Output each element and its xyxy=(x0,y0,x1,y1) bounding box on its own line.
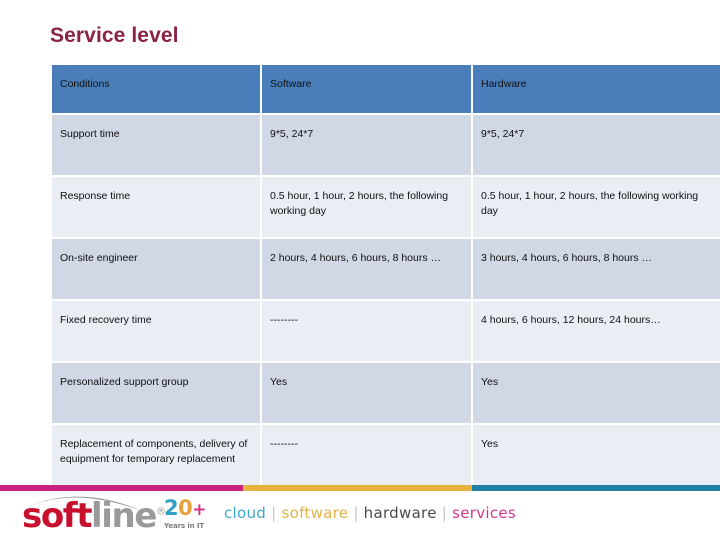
tagline-software: software xyxy=(281,504,349,522)
softline-wordmark-line: line xyxy=(91,496,157,536)
table-row: Support time 9*5, 24*7 9*5, 24*7 xyxy=(52,115,720,177)
column-header-software: Software xyxy=(262,65,473,115)
anniversary-plus-icon: + xyxy=(192,500,206,520)
cell-hardware: 4 hours, 6 hours, 12 hours, 24 hours… xyxy=(473,301,720,363)
cell-conditions: On-site engineer xyxy=(52,239,262,301)
table-header: Conditions Software Hardware xyxy=(52,65,720,115)
column-header-conditions: Conditions xyxy=(52,65,262,115)
cell-software: 2 hours, 4 hours, 6 hours, 8 hours … xyxy=(262,239,473,301)
tagline-hardware: hardware xyxy=(363,504,437,522)
footer: softline® 20+ Years in IT cloud | software… xyxy=(0,491,720,540)
tagline-separator: | xyxy=(441,504,448,522)
softline-logo: softline® xyxy=(22,496,166,536)
anniversary-number: 20+ xyxy=(164,498,216,519)
footer-tagline: cloud | software | hardware | services xyxy=(224,504,516,522)
table-row: On-site engineer 2 hours, 4 hours, 6 hou… xyxy=(52,239,720,301)
anniversary-badge: 20+ Years in IT xyxy=(164,498,216,534)
anniversary-digit-2: 2 xyxy=(164,496,179,520)
table-row: Response time 0.5 hour, 1 hour, 2 hours,… xyxy=(52,177,720,239)
tagline-separator: | xyxy=(353,504,359,522)
cell-software: Yes xyxy=(262,363,473,425)
table-header-row: Conditions Software Hardware xyxy=(52,65,720,115)
table-body: Support time 9*5, 24*7 9*5, 24*7 Respons… xyxy=(52,115,720,507)
cell-software: -------- xyxy=(262,301,473,363)
cell-hardware: 9*5, 24*7 xyxy=(473,115,720,177)
softline-wordmark: softline® xyxy=(22,496,166,536)
softline-wordmark-soft: soft xyxy=(22,496,92,536)
cell-software: 9*5, 24*7 xyxy=(262,115,473,177)
tagline-cloud: cloud xyxy=(224,504,267,522)
page-title: Service level xyxy=(50,24,179,47)
cell-software: 0.5 hour, 1 hour, 2 hours, the following… xyxy=(262,177,473,239)
anniversary-subtitle: Years in IT xyxy=(164,522,205,530)
tagline-separator: | xyxy=(271,504,277,522)
cell-hardware: 3 hours, 4 hours, 6 hours, 8 hours … xyxy=(473,239,720,301)
cell-conditions: Response time xyxy=(52,177,262,239)
cell-conditions: Personalized support group xyxy=(52,363,262,425)
table-row: Fixed recovery time -------- 4 hours, 6 … xyxy=(52,301,720,363)
table-row: Personalized support group Yes Yes xyxy=(52,363,720,425)
service-level-table: Conditions Software Hardware Support tim… xyxy=(52,65,720,507)
column-header-hardware: Hardware xyxy=(473,65,720,115)
cell-hardware: 0.5 hour, 1 hour, 2 hours, the following… xyxy=(473,177,720,239)
cell-conditions: Fixed recovery time xyxy=(52,301,262,363)
tagline-services: services xyxy=(452,504,517,522)
cell-hardware: Yes xyxy=(473,363,720,425)
cell-conditions: Support time xyxy=(52,115,262,177)
anniversary-digit-0: 0 xyxy=(178,496,193,520)
